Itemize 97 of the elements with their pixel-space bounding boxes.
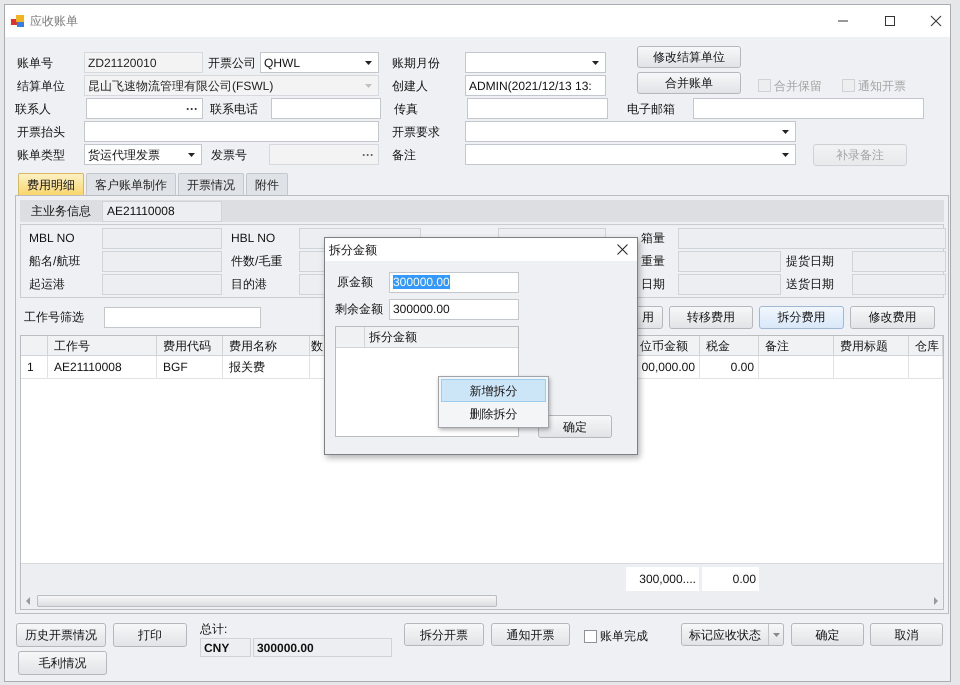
field-label: 工作号筛选 bbox=[24, 310, 84, 324]
tab[interactable]: 附件 bbox=[246, 173, 288, 195]
table-cell: AE21110008 bbox=[48, 356, 157, 378]
field-label: 创建人 bbox=[392, 78, 428, 92]
scroll-thumb[interactable] bbox=[37, 595, 497, 607]
column-header[interactable]: 工作号 bbox=[48, 336, 157, 355]
tab[interactable]: 开票情况 bbox=[178, 173, 244, 195]
field-label: 船名/航班 bbox=[29, 254, 80, 268]
input-field[interactable] bbox=[84, 121, 379, 142]
close-icon[interactable] bbox=[617, 244, 628, 255]
input-field[interactable]: ADMIN(2021/12/13 13: bbox=[465, 75, 606, 96]
field-label: 日期 bbox=[641, 277, 665, 291]
currency-field: CNY bbox=[200, 638, 251, 657]
field-label: 提货日期 bbox=[786, 254, 834, 268]
caret-icon[interactable] bbox=[365, 60, 372, 64]
field-label: 备注 bbox=[392, 148, 416, 162]
maximize-icon[interactable] bbox=[884, 15, 896, 27]
field-label: 主业务信息 bbox=[31, 204, 91, 218]
button[interactable]: 修改结算单位 bbox=[637, 46, 741, 68]
close-icon[interactable] bbox=[930, 15, 942, 27]
table-cell: BGF bbox=[157, 356, 223, 378]
field-label: 目的港 bbox=[231, 277, 267, 291]
caret-icon[interactable] bbox=[592, 60, 599, 64]
field-label: 账期月份 bbox=[392, 56, 440, 70]
dropdown-field[interactable] bbox=[465, 121, 796, 142]
field-label: HBL NO bbox=[231, 231, 276, 245]
tab[interactable]: 客户账单制作 bbox=[86, 173, 176, 195]
dropdown-field[interactable] bbox=[465, 52, 606, 73]
field-label: MBL NO bbox=[29, 231, 75, 245]
field-label: 联系电话 bbox=[210, 102, 258, 116]
column-header[interactable]: 备注 bbox=[759, 336, 834, 355]
input-field[interactable] bbox=[467, 98, 608, 119]
button[interactable]: 拆分费用 bbox=[759, 306, 844, 328]
field-label: 开票要求 bbox=[392, 124, 440, 138]
table-cell: 1 bbox=[21, 356, 48, 378]
total-cell: 300,000.... bbox=[626, 566, 699, 590]
caret-icon[interactable] bbox=[782, 130, 789, 134]
field-label: 剩余金额 bbox=[335, 302, 383, 316]
button[interactable]: 合并账单 bbox=[637, 72, 741, 94]
field-label: 重量 bbox=[641, 254, 665, 268]
button[interactable]: 确定 bbox=[538, 415, 612, 438]
button[interactable]: 取消 bbox=[870, 623, 943, 646]
field-label: 账单类型 bbox=[17, 148, 65, 162]
field-label: 开票公司 bbox=[208, 56, 256, 70]
field-label: 原金额 bbox=[337, 275, 373, 289]
checkbox[interactable]: 账单完成 bbox=[584, 627, 648, 645]
dropdown-field[interactable]: 货运代理发票 bbox=[84, 144, 202, 165]
button[interactable]: 转移费用 bbox=[669, 306, 753, 328]
horizontal-scrollbar[interactable] bbox=[21, 593, 943, 609]
column-header[interactable]: 费用标题 bbox=[834, 336, 909, 355]
caret-icon[interactable] bbox=[782, 152, 789, 156]
total-label: 总计: bbox=[200, 621, 228, 637]
button[interactable]: 确定 bbox=[791, 623, 864, 646]
field-label: 起运港 bbox=[29, 277, 65, 291]
table-cell: 报关费 bbox=[223, 356, 310, 378]
field-label: 发票号 bbox=[211, 148, 247, 162]
input-field[interactable]: 300000.00 bbox=[389, 298, 519, 320]
field-label: 联系人 bbox=[15, 102, 51, 116]
field-label: 电子邮箱 bbox=[627, 102, 675, 116]
lookup-field[interactable]: ··· bbox=[86, 98, 203, 119]
table-cell: 0.00 bbox=[700, 356, 759, 378]
ellipsis-button[interactable]: ··· bbox=[186, 100, 198, 118]
button[interactable]: 通知开票 bbox=[491, 623, 570, 646]
dropdown-field[interactable] bbox=[465, 144, 796, 165]
column-header[interactable]: 费用代码 bbox=[157, 336, 223, 355]
button[interactable]: 毛利情况 bbox=[18, 651, 107, 675]
input-field: AE21110008 bbox=[102, 200, 222, 222]
field-label: 送货日期 bbox=[786, 277, 834, 291]
total-field: 300000.00 bbox=[253, 638, 392, 657]
column-header[interactable]: 费用名称 bbox=[223, 336, 310, 355]
tab[interactable]: 费用明细 bbox=[18, 173, 84, 195]
scroll-left-icon[interactable] bbox=[25, 597, 31, 605]
dialog-title: 拆分金额 bbox=[329, 242, 377, 258]
total-cell: 0.00 bbox=[702, 566, 759, 590]
column-header[interactable]: 仓库 bbox=[909, 336, 943, 355]
button[interactable]: 历史开票情况 bbox=[16, 623, 106, 647]
caret-icon[interactable] bbox=[188, 152, 195, 156]
field-label: 箱量 bbox=[641, 231, 665, 245]
field-label: 结算单位 bbox=[17, 78, 65, 92]
input-field[interactable] bbox=[271, 98, 381, 119]
column-header: 拆分金额 bbox=[368, 329, 417, 346]
field-label: 件数/毛重 bbox=[231, 254, 282, 268]
input-field[interactable] bbox=[104, 306, 261, 328]
button[interactable]: 拆分开票 bbox=[404, 623, 484, 646]
scroll-right-icon[interactable] bbox=[933, 597, 939, 605]
button[interactable]: 打印 bbox=[113, 623, 187, 647]
dropdown-field[interactable]: QHWL bbox=[260, 52, 379, 73]
app-icon bbox=[11, 14, 25, 28]
split-button[interactable]: 标记应收状态 bbox=[681, 623, 784, 646]
input-field[interactable] bbox=[693, 98, 924, 119]
field-label: 传真 bbox=[394, 102, 418, 116]
column-header[interactable]: 税金 bbox=[700, 336, 759, 355]
button[interactable]: 修改费用 bbox=[850, 306, 935, 328]
window-title: 应收账单 bbox=[30, 13, 78, 30]
field-label: 开票抬头 bbox=[17, 124, 65, 138]
menu-item[interactable]: 新增拆分 bbox=[441, 379, 546, 402]
field-label: 账单号 bbox=[17, 56, 53, 70]
